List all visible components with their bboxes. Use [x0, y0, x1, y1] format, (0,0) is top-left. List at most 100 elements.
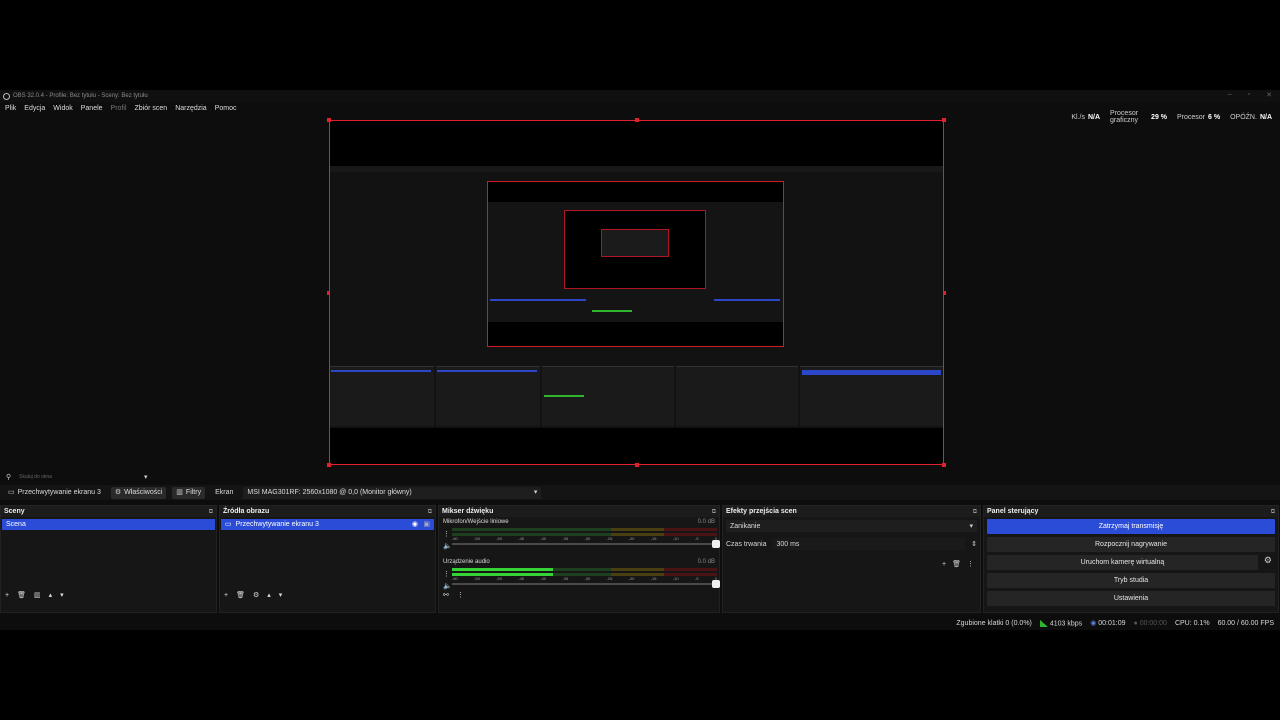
captured-inner-screen	[488, 202, 783, 322]
scale-tick: -15	[650, 536, 657, 541]
captured-screen	[330, 166, 943, 428]
minimize-icon[interactable]: –	[1228, 91, 1232, 99]
scale-tick: -40	[540, 576, 547, 581]
captured-dock	[676, 366, 798, 426]
menu-file[interactable]: Plik	[5, 105, 16, 112]
resize-handle[interactable]	[635, 463, 639, 467]
scale-tick: -35	[562, 536, 569, 541]
gear-icon[interactable]: ⚙	[1264, 556, 1272, 565]
preview-toolbar: ⚲ Skaluj do okna ▾	[0, 472, 1280, 482]
dock-header: Sceny ⧉	[1, 506, 216, 517]
resize-handle[interactable]	[327, 118, 331, 122]
trash-icon[interactable]: 🗑	[236, 592, 245, 599]
scale-tick: -60	[452, 536, 458, 541]
trash-icon[interactable]: 🗑	[952, 561, 961, 568]
kebab-menu-icon[interactable]: ⋮	[967, 561, 974, 568]
arrow-down-icon[interactable]: ▾	[60, 592, 64, 599]
lock-icon[interactable]: ⚲	[6, 474, 11, 481]
scale-tick: -50	[496, 536, 502, 541]
start-virtual-camera-button[interactable]: Uruchom kamerę wirtualną	[987, 555, 1258, 570]
resize-handle[interactable]	[327, 463, 331, 467]
close-icon[interactable]: ✕	[1266, 91, 1272, 99]
cpu-usage: CPU: 0.1%	[1174, 620, 1210, 627]
filter-icon[interactable]: ▥	[34, 592, 41, 599]
duration-row: Czas trwania 300 ms ⇕	[726, 538, 977, 550]
mixer-toolbar: ⚯ ⋮	[443, 592, 464, 599]
menu-scene-collection[interactable]: Zbiór scen	[135, 105, 168, 112]
delay-stat: OPÓŹN. N/A	[1230, 113, 1272, 121]
menu-profile[interactable]: Profil	[111, 105, 127, 112]
transition-select[interactable]: Zanikanie ▾	[726, 520, 977, 532]
captured-menu-bar	[330, 172, 943, 179]
arrow-up-icon[interactable]: ▴	[267, 592, 271, 599]
resize-handle[interactable]	[942, 118, 946, 122]
add-icon[interactable]: +	[942, 561, 946, 568]
scale-tick: -35	[562, 576, 569, 581]
captured-dock	[542, 366, 674, 426]
dropped-frames: Zgubione klatki 0 (0.0%)	[956, 620, 1032, 627]
stats-bar: Kl./s N/A Procesor graficzny 29 % Procesor…	[1071, 110, 1272, 124]
screen-select[interactable]: MSI MAG301RF: 2560x1080 @ 0,0 (Monitor g…	[243, 486, 542, 499]
speaker-icon[interactable]: 🔈	[443, 542, 452, 550]
kebab-menu-icon[interactable]: ⋮	[457, 592, 464, 599]
undock-icon[interactable]: ⧉	[973, 509, 977, 515]
preview-canvas[interactable]	[327, 118, 946, 467]
filter-icon: ▥	[176, 489, 183, 496]
scale-tick: -45	[518, 536, 525, 541]
trash-icon[interactable]: 🗑	[17, 592, 26, 599]
monitor-icon: ▭	[225, 521, 232, 528]
captured-preview	[487, 181, 784, 347]
spinner-icon[interactable]: ⇕	[971, 541, 977, 548]
dock-header: Panel sterujący ⧉	[984, 506, 1278, 517]
settings-button[interactable]: Ustawienia	[987, 591, 1275, 606]
source-item[interactable]: ▭ Przechwytywanie ekranu 3 ◉ ▣	[221, 519, 434, 530]
filters-button[interactable]: ▥ Filtry	[172, 486, 206, 499]
meter-scale: -60 -55 -50 -45 -40 -35 -30 -25 -20 -15 -10 -5 0	[452, 536, 717, 541]
properties-button[interactable]: ⚙ Właściwości	[110, 486, 167, 499]
undock-icon[interactable]: ⧉	[428, 509, 432, 515]
menu-view[interactable]: Widok	[53, 105, 72, 112]
studio-mode-button[interactable]: Tryb studia	[987, 573, 1275, 588]
scene-item[interactable]: Scena	[2, 519, 215, 530]
eye-icon[interactable]: ◉	[412, 521, 418, 528]
chevron-down-icon[interactable]: ▾	[144, 474, 148, 481]
kebab-menu-icon[interactable]: ⋮	[443, 530, 450, 538]
add-icon[interactable]: +	[224, 592, 228, 599]
arrow-down-icon[interactable]: ▾	[279, 592, 283, 599]
undock-icon[interactable]: ⧉	[1271, 509, 1275, 515]
kebab-menu-icon[interactable]: ⋮	[443, 570, 450, 578]
title-bar: OBS 32.0.4 - Profile: Bez tytułu - Sceny…	[0, 90, 1280, 102]
maximize-icon[interactable]: ▫	[1248, 91, 1250, 99]
menu-tools[interactable]: Narzędzia	[175, 105, 207, 112]
scenes-toolbar: + 🗑 ▥ ▴ ▾	[5, 592, 64, 599]
channel-db: 0.0 dB	[697, 519, 715, 525]
undock-icon[interactable]: ⧉	[209, 509, 213, 515]
scale-tick: -50	[496, 576, 502, 581]
gear-icon[interactable]: ⚙	[253, 592, 259, 599]
screen-label: Ekran	[215, 489, 234, 496]
resize-handle[interactable]	[942, 463, 946, 467]
undock-icon[interactable]: ⧉	[712, 509, 716, 515]
start-recording-button[interactable]: Rozpocznij nagrywanie	[987, 537, 1275, 552]
resize-handle[interactable]	[635, 118, 639, 122]
arrow-up-icon[interactable]: ▴	[49, 592, 53, 599]
slider-knob[interactable]	[712, 540, 720, 548]
duration-input[interactable]: 300 ms	[772, 538, 966, 550]
obs-window: OBS 32.0.4 - Profile: Bez tytułu - Sceny…	[0, 90, 1280, 630]
lock-icon[interactable]: ▣	[423, 521, 430, 528]
volume-slider[interactable]	[452, 540, 720, 548]
volume-slider[interactable]	[452, 580, 720, 588]
menu-edit[interactable]: Edycja	[24, 105, 45, 112]
stop-streaming-button[interactable]: Zatrzymaj transmisję	[987, 519, 1275, 534]
scale-tick: -55	[474, 536, 480, 541]
menu-docks[interactable]: Panele	[81, 105, 103, 112]
window-controls: – ▫ ✕	[1228, 91, 1272, 99]
speaker-icon[interactable]: 🔈	[443, 582, 452, 590]
scale-label[interactable]: Skaluj do okna	[19, 474, 52, 480]
obs-logo-icon	[3, 92, 10, 100]
slider-knob[interactable]	[712, 580, 720, 588]
add-icon[interactable]: +	[5, 592, 9, 599]
link-icon[interactable]: ⚯	[443, 592, 449, 599]
menu-help[interactable]: Pomoc	[215, 105, 237, 112]
captured-dock	[436, 366, 540, 426]
